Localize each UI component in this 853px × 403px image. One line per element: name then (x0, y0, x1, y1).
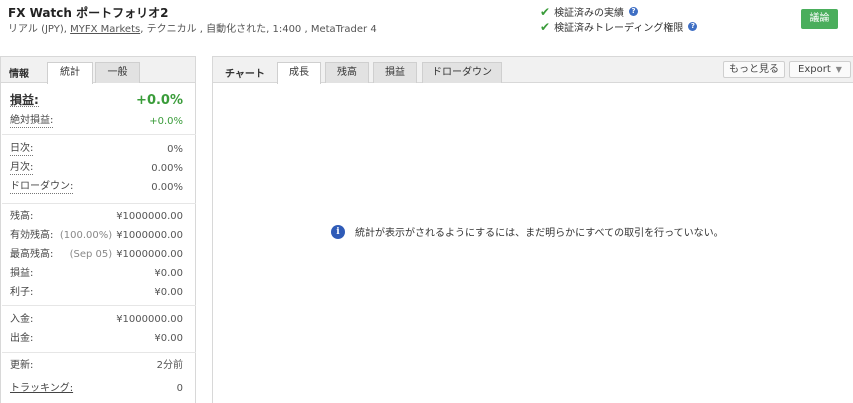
verified-trading-privileges-label: 検証済みトレーディング権限 (554, 23, 684, 34)
stat-highest-label: 最高残高: (10, 249, 54, 260)
stat-interest: 利子: ¥0.00 (10, 286, 183, 300)
account-title: FX Watch ポートフォリオ2 (8, 6, 169, 20)
stat-withdrawals-value: ¥0.00 (154, 333, 183, 344)
stat-profit-value: ¥0.00 (154, 268, 183, 279)
stat-tracking-value: 0 (176, 383, 183, 394)
stat-equity-value-wrap: (100.00%) ¥1000000.00 (60, 229, 183, 243)
info-heading: 情報 (9, 69, 29, 80)
account-details: , テクニカル , 自動化された, 1:400 , MetaTrader 4 (140, 24, 377, 35)
empty-state-message: i 統計が表示がされるようにするには、まだ明らかにすべての取引を行っていない。 (331, 224, 724, 239)
export-label: Export (798, 64, 831, 75)
divider (2, 305, 196, 306)
stat-equity-label: 有効残高: (10, 230, 54, 241)
stat-equity: 有効残高: (100.00%) ¥1000000.00 (10, 229, 183, 243)
stat-daily-value: 0% (167, 144, 183, 155)
chart-heading: チャート (225, 69, 265, 80)
stat-highest: 最高残高: (Sep 05) ¥1000000.00 (10, 248, 183, 262)
stat-abs-gain: 絶対損益: +0.0% (10, 115, 183, 129)
discuss-button[interactable]: 議論 (801, 9, 838, 29)
stat-profit: 損益: ¥0.00 (10, 267, 183, 281)
divider (2, 134, 196, 135)
stat-deposits-label: 入金: (10, 314, 34, 325)
stat-highest-value: ¥1000000.00 (116, 249, 183, 260)
stat-abs-gain-label[interactable]: 絶対損益: (10, 115, 54, 128)
stat-drawdown-label[interactable]: ドローダウン: (10, 181, 74, 194)
help-icon[interactable]: ? (629, 7, 639, 16)
stat-drawdown: ドローダウン: 0.00% (10, 181, 183, 195)
stat-equity-value: ¥1000000.00 (116, 230, 183, 241)
help-icon[interactable]: ? (688, 22, 698, 31)
stat-gain-label[interactable]: 損益: (10, 94, 39, 107)
chevron-down-icon: ▼ (835, 65, 842, 74)
tab-general[interactable]: 一般 (95, 62, 140, 83)
checkmark-icon: ✔ (540, 4, 551, 19)
stat-deposits: 入金: ¥1000000.00 (10, 313, 183, 327)
verified-track-record: ✔ 検証済みの実績 ? (540, 4, 639, 19)
info-icon: i (331, 224, 345, 239)
verified-track-record-label: 検証済みの実績 (554, 8, 625, 19)
stat-updated-label: 更新: (10, 360, 34, 371)
stat-equity-note: (100.00%) (59, 230, 113, 241)
broker-link[interactable]: MYFX Markets (70, 24, 140, 35)
stat-drawdown-value: 0.00% (151, 182, 183, 193)
chart-tabbar: チャート 成長 残高 損益 ドローダウン もっと見る Export ▼ (213, 57, 853, 84)
export-dropdown[interactable]: Export ▼ (789, 61, 851, 78)
info-tabbar: 情報 統計 一般 (1, 57, 195, 84)
stat-balance-label: 残高: (10, 211, 34, 222)
tab-balance[interactable]: 残高 (325, 62, 369, 83)
more-button[interactable]: もっと見る (723, 61, 785, 78)
account-subtitle: リアル (JPY), MYFX Markets, テクニカル , 自動化された,… (8, 20, 377, 35)
stat-tracking: トラッキング: 0 (10, 382, 183, 396)
stat-interest-label: 利子: (10, 287, 34, 298)
stat-updated: 更新: 2分前 (10, 359, 183, 373)
stat-daily-label[interactable]: 日次: (10, 143, 34, 156)
divider (2, 352, 196, 353)
stat-gain-value: +0.0% (136, 93, 183, 108)
stat-gain: 損益: +0.0% (10, 94, 183, 108)
chart-panel: チャート 成長 残高 損益 ドローダウン もっと見る Export ▼ i 統計が… (212, 56, 853, 403)
stat-daily: 日次: 0% (10, 143, 183, 157)
stat-balance: 残高: ¥1000000.00 (10, 210, 183, 224)
tab-growth[interactable]: 成長 (277, 62, 321, 84)
info-panel: 情報 統計 一般 損益: +0.0% 絶対損益: +0.0% 日次: 0% 月次… (0, 56, 196, 403)
empty-state-text: 統計が表示がされるようにするには、まだ明らかにすべての取引を行っていない。 (355, 228, 724, 239)
stat-monthly-value: 0.00% (151, 163, 183, 174)
stat-highest-note: (Sep 05) (69, 249, 113, 260)
account-currency: リアル (JPY), (8, 24, 71, 35)
checkmark-icon: ✔ (540, 19, 551, 34)
verified-trading-privileges: ✔ 検証済みトレーディング権限 ? (540, 19, 698, 34)
tab-profit[interactable]: 損益 (373, 62, 417, 83)
tab-drawdown[interactable]: ドローダウン (422, 62, 502, 83)
stat-withdrawals-label: 出金: (10, 333, 34, 344)
stat-profit-label: 損益: (10, 268, 34, 279)
stat-abs-gain-value: +0.0% (149, 116, 183, 127)
stat-deposits-value: ¥1000000.00 (116, 314, 183, 325)
stat-withdrawals: 出金: ¥0.00 (10, 332, 183, 346)
account-header: FX Watch ポートフォリオ2 リアル (JPY), MYFX Market… (0, 0, 853, 44)
tab-stats[interactable]: 統計 (47, 62, 93, 84)
stat-monthly: 月次: 0.00% (10, 162, 183, 176)
stat-interest-value: ¥0.00 (154, 287, 183, 298)
stat-updated-value: 2分前 (156, 360, 183, 371)
stat-highest-value-wrap: (Sep 05) ¥1000000.00 (70, 248, 183, 262)
divider (2, 203, 196, 204)
stat-balance-value: ¥1000000.00 (116, 211, 183, 222)
stat-monthly-label[interactable]: 月次: (10, 162, 34, 175)
stat-tracking-label[interactable]: トラッキング: (10, 382, 73, 396)
